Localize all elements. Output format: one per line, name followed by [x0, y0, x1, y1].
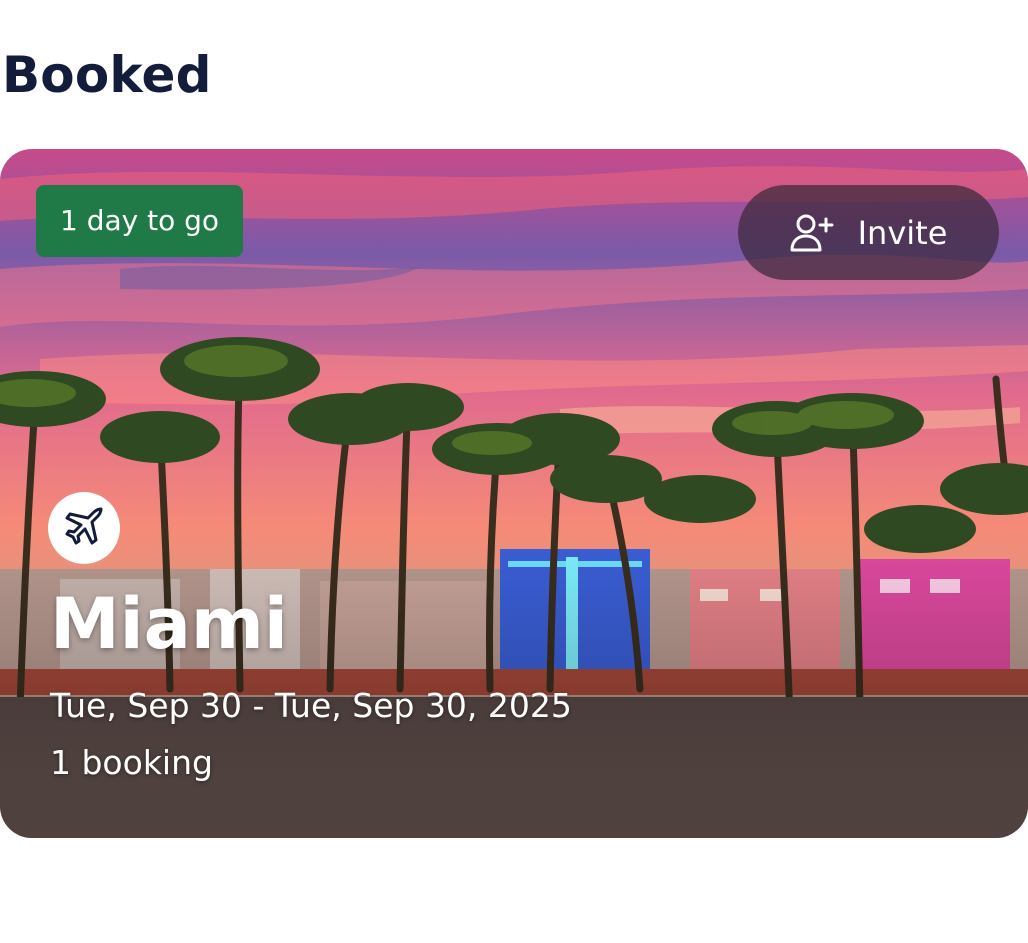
trip-dates: Tue, Sep 30 - Tue, Sep 30, 2025 — [50, 686, 572, 725]
trip-card[interactable]: 1 day to go Invite Miami Tue, Sep 30 - T… — [0, 149, 1028, 838]
invite-label: Invite — [857, 213, 948, 252]
airplane-icon — [64, 506, 104, 550]
invite-button[interactable]: Invite — [738, 185, 999, 280]
trip-city: Miami — [50, 583, 288, 665]
trip-type-badge — [48, 492, 120, 564]
booking-count: 1 booking — [50, 743, 213, 782]
countdown-badge: 1 day to go — [36, 185, 244, 257]
person-add-icon — [790, 213, 834, 253]
section-title: Booked — [2, 46, 212, 104]
